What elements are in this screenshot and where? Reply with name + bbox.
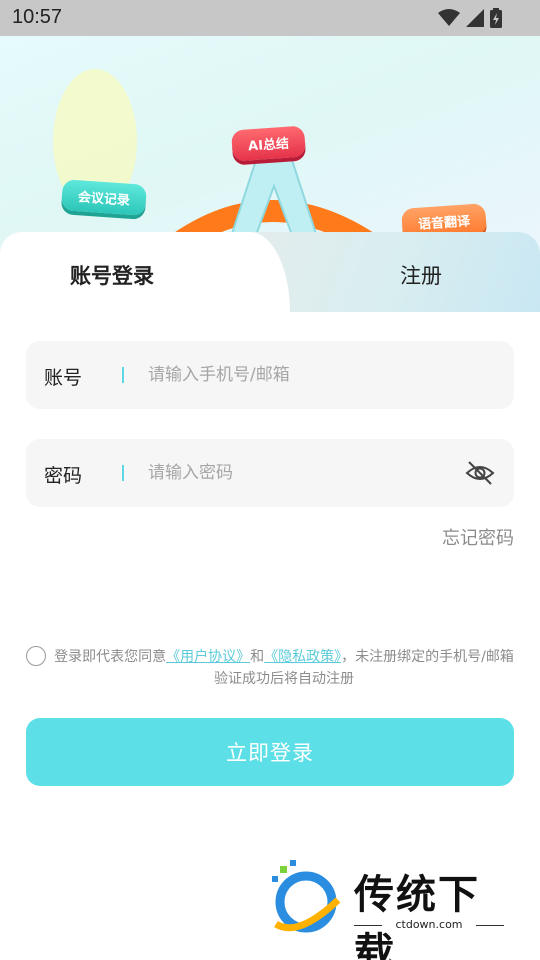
watermark: 传统下载 ctdown.com (268, 860, 518, 960)
tab-login-label: 账号登录 (70, 264, 154, 288)
watermark-logo-icon (272, 860, 341, 933)
agreement-text: 登录即代表您同意《用户协议》和《隐私政策》，未注册绑定的手机号/邮箱验证成功后将… (54, 646, 514, 690)
watermark-title: 传统下载 (354, 872, 480, 960)
login-button[interactable]: 立即登录 (26, 718, 514, 786)
login-form: 账号 密码 忘记密码 登录即代表您同意《用户协议》和《隐私政策》，未注册绑定的手… (0, 312, 540, 960)
forgot-password-link[interactable]: 忘记密码 (442, 524, 514, 550)
agreement-checkbox[interactable] (26, 646, 46, 666)
auth-tabs: 注册 账号登录 (0, 232, 540, 312)
password-label: 密码 (44, 465, 83, 487)
user-agreement-link[interactable]: 《用户协议》 (166, 649, 250, 665)
account-field: 账号 (26, 341, 514, 409)
account-divider (122, 367, 124, 383)
status-time: 10:57 (12, 6, 63, 28)
agreement-and: 和 (250, 649, 265, 665)
wifi-icon (438, 9, 460, 26)
status-bar: 10:57 (0, 0, 540, 36)
eye-off-icon[interactable] (464, 457, 496, 489)
account-label: 账号 (44, 367, 83, 389)
tab-register-label: 注册 (400, 264, 442, 288)
status-icons (438, 8, 502, 28)
password-divider (122, 465, 124, 481)
battery-icon (490, 8, 502, 28)
agreement-prefix: 登录即代表您同意 (54, 649, 167, 665)
account-input[interactable] (148, 359, 448, 391)
watermark-url: ctdown.com (354, 918, 504, 931)
ai-summary-pill: AI总结 (231, 125, 306, 162)
meeting-record-pill: 会议记录 (61, 179, 147, 216)
password-input[interactable] (148, 457, 448, 489)
tab-account-login[interactable]: 账号登录 (0, 232, 290, 312)
signal-icon (466, 9, 484, 27)
password-field: 密码 (26, 439, 514, 507)
privacy-policy-link[interactable]: 《隐私政策》 (264, 649, 341, 665)
